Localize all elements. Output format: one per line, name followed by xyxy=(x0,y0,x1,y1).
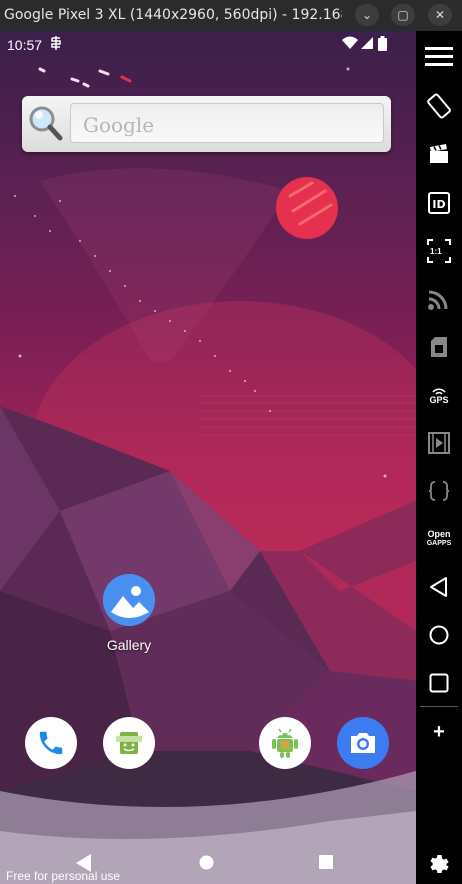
gallery-app-label: Gallery xyxy=(106,637,152,653)
menu-button[interactable] xyxy=(416,40,462,74)
search-input[interactable]: Google xyxy=(70,103,384,143)
rotate-button[interactable] xyxy=(416,89,462,123)
cast-signal-icon xyxy=(428,288,450,310)
google-search-widget[interactable]: Google xyxy=(22,96,391,152)
clock: 10:57 xyxy=(7,37,43,53)
data-saver-icon xyxy=(50,36,62,53)
close-button[interactable]: ✕ xyxy=(428,4,452,26)
clapperboard-icon xyxy=(429,144,449,164)
gps-label: GPS xyxy=(429,394,449,405)
camera-app-icon[interactable] xyxy=(337,717,389,769)
id-card-icon: ID xyxy=(428,192,450,214)
screen-record-button[interactable] xyxy=(416,137,462,171)
status-bar: 10:57 xyxy=(0,31,416,57)
battery-icon xyxy=(378,36,387,54)
toolbar-home-button[interactable] xyxy=(416,618,462,652)
api-button[interactable] xyxy=(416,474,462,508)
back-triangle-icon xyxy=(430,577,448,597)
cast-button[interactable] xyxy=(416,282,462,316)
search-placeholder: Google xyxy=(83,113,155,137)
opengapps-label: Open GAPPS xyxy=(427,530,452,548)
curly-braces-icon xyxy=(428,480,450,502)
toolbar-overview-button[interactable] xyxy=(416,666,462,700)
search-icon xyxy=(28,104,64,144)
window-title: Google Pixel 3 XL (1440x2960, 560dpi) - … xyxy=(4,7,342,23)
gallery-app-icon[interactable] xyxy=(103,574,155,626)
gear-icon xyxy=(427,853,451,877)
opengapps-button[interactable]: Open GAPPS xyxy=(416,522,462,556)
maximize-button[interactable]: ▢ xyxy=(391,4,415,26)
minimize-button[interactable]: ⌄ xyxy=(355,4,379,26)
device-id-button[interactable]: ID xyxy=(416,186,462,220)
film-play-icon xyxy=(428,432,450,454)
more-button[interactable]: + xyxy=(416,715,462,749)
opengapps-label-line1: Open xyxy=(427,529,451,539)
overview-button[interactable] xyxy=(319,855,333,874)
plus-icon: + xyxy=(433,720,445,743)
phone-screen[interactable]: 10:57 Google Gallery xyxy=(0,31,416,884)
home-circle-icon xyxy=(429,625,449,645)
hamburger-menu-icon xyxy=(425,47,453,67)
window-title-bar: Google Pixel 3 XL (1440x2960, 560dpi) - … xyxy=(0,0,462,31)
toolbar-back-button[interactable] xyxy=(416,570,462,604)
android-app-icon[interactable] xyxy=(259,717,311,769)
media-button[interactable] xyxy=(416,426,462,460)
maximize-icon: ▢ xyxy=(397,8,409,22)
overview-square-icon xyxy=(429,673,449,693)
watermark-text: Free for personal use xyxy=(6,869,121,883)
toolbar-divider xyxy=(420,706,458,707)
close-icon: ✕ xyxy=(434,8,446,22)
pixel-ratio-label: 1:1 xyxy=(430,247,442,256)
sim-card-icon xyxy=(431,337,447,357)
pixel-perfect-button[interactable]: 1:1 xyxy=(416,234,462,268)
rotate-device-icon xyxy=(426,93,452,119)
wifi-icon xyxy=(342,36,358,53)
messaging-app-icon[interactable] xyxy=(103,717,155,769)
emulator-toolbar: ID 1:1 GPS Open GAPPS + xyxy=(416,31,462,884)
phone-app-icon[interactable] xyxy=(25,717,77,769)
signal-icon xyxy=(361,36,373,53)
svg-text:ID: ID xyxy=(432,198,445,211)
gps-button[interactable]: GPS xyxy=(416,379,462,413)
sim-button[interactable] xyxy=(416,330,462,364)
minimize-icon: ⌄ xyxy=(361,8,373,22)
opengapps-label-line2: GAPPS xyxy=(426,540,452,547)
settings-button[interactable] xyxy=(416,848,462,882)
home-button[interactable] xyxy=(199,855,214,875)
